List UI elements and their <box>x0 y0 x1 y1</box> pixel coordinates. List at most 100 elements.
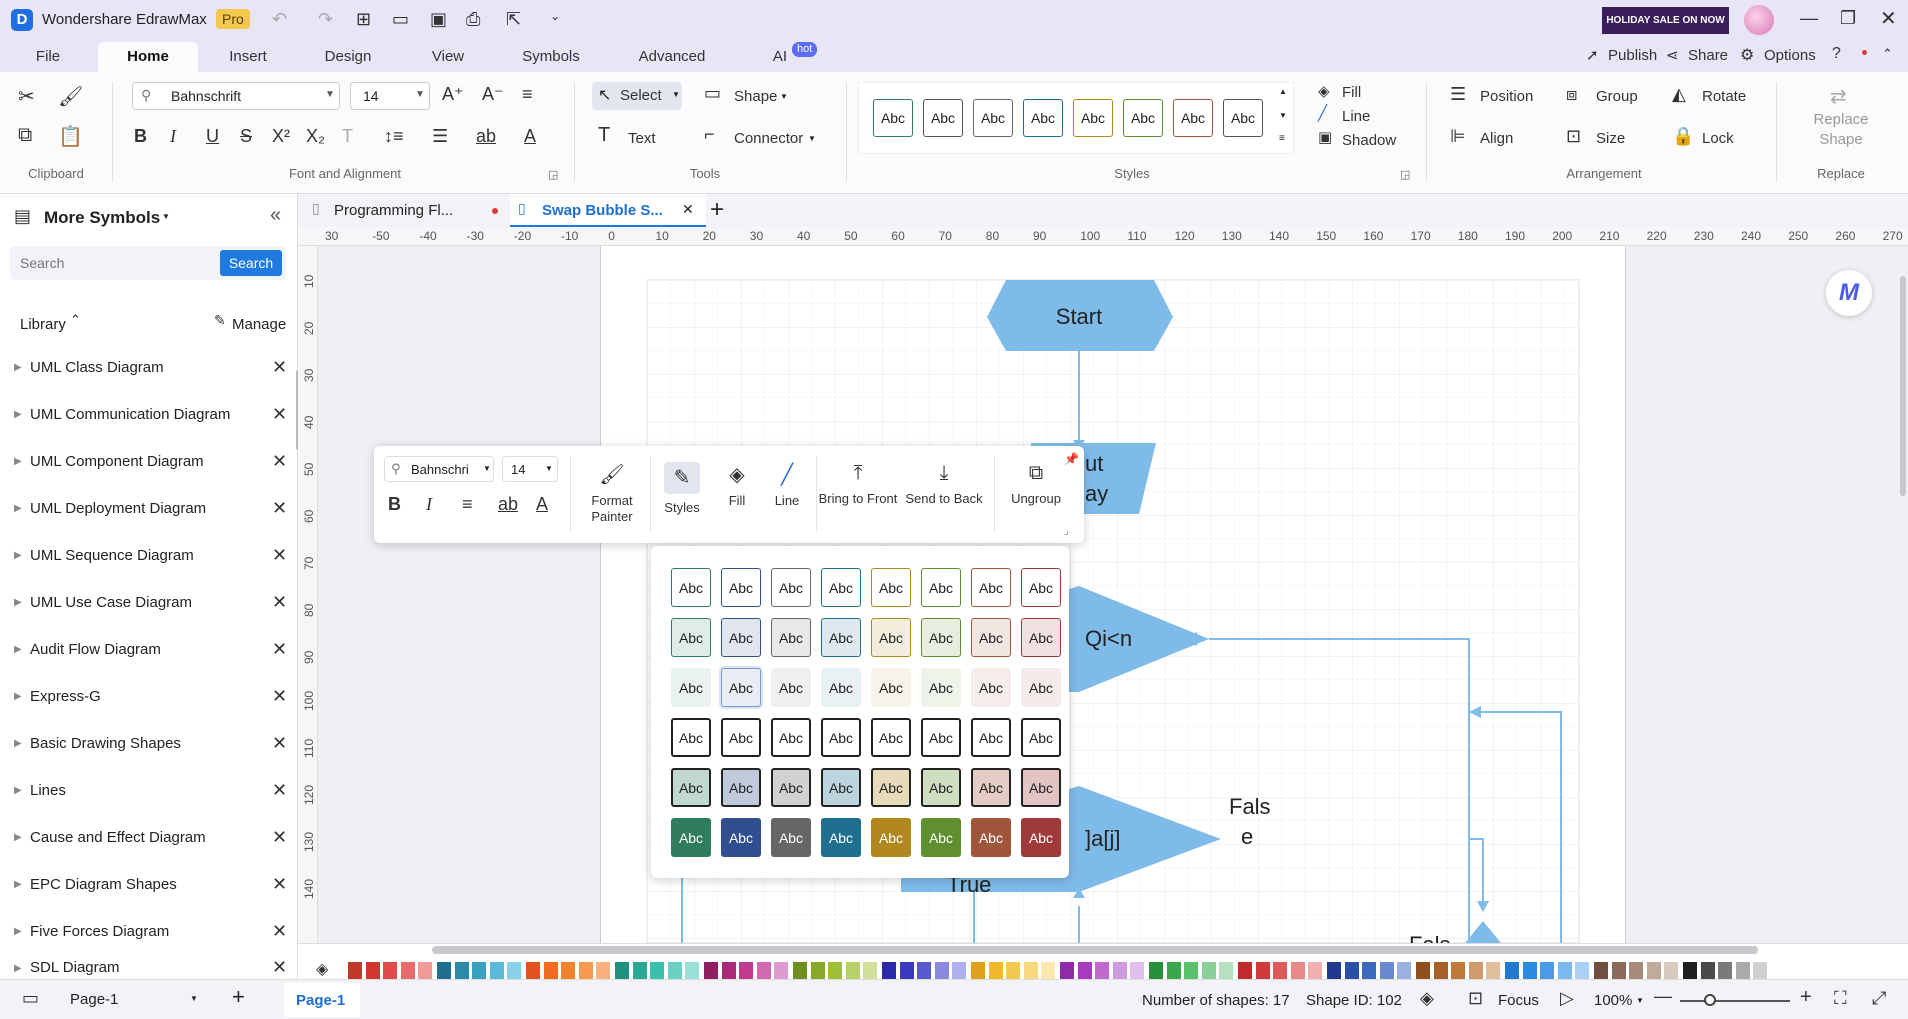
library-item[interactable]: ▶ UML Deployment Diagram ✕ <box>0 485 298 532</box>
copy-icon[interactable]: ⧉ <box>18 124 32 147</box>
lock-button[interactable]: Lock <box>1702 130 1734 147</box>
align-button[interactable]: Align <box>1480 130 1513 147</box>
font-color-icon[interactable]: A <box>524 126 536 147</box>
color-swatch[interactable] <box>988 962 1003 979</box>
doc-tab-programming[interactable]: ▯ Programming Fl... <box>310 194 510 227</box>
color-swatch[interactable] <box>1433 962 1448 979</box>
fill-bucket-icon[interactable]: ◈ <box>316 959 328 979</box>
font-family-select[interactable]: ⚲ Bahnschrift ▼ <box>132 82 340 110</box>
style-option[interactable]: Abc <box>871 818 911 857</box>
style-option[interactable]: Abc <box>771 818 811 857</box>
color-swatch[interactable] <box>1505 962 1519 979</box>
color-swatch[interactable] <box>1486 962 1501 979</box>
styles-button[interactable]: ✎ Styles <box>652 462 712 515</box>
paste-icon[interactable]: 📋 <box>58 124 83 149</box>
color-swatch[interactable] <box>1255 962 1270 979</box>
collapse-ribbon-icon[interactable]: ⌃ <box>1882 46 1893 62</box>
tab-file[interactable]: File <box>26 42 70 72</box>
fit-page-icon[interactable]: ⛶ <box>1834 988 1847 1009</box>
color-swatch[interactable] <box>882 962 896 979</box>
text-button[interactable]: Text <box>628 130 656 147</box>
style-option[interactable]: Abc <box>821 668 861 707</box>
color-swatch[interactable] <box>774 962 789 979</box>
style-option[interactable]: Abc <box>821 568 861 607</box>
color-swatch[interactable] <box>650 962 665 979</box>
zoom-slider-thumb[interactable] <box>1704 994 1716 1006</box>
close-icon[interactable]: ✕ <box>272 498 287 519</box>
color-swatch[interactable] <box>1327 962 1341 979</box>
ungroup-button[interactable]: ⧉ Ungroup <box>996 462 1076 506</box>
avatar[interactable] <box>1744 5 1774 35</box>
library-item[interactable]: ▶ SDL Diagram ✕ <box>0 955 298 979</box>
style-option[interactable]: Abc <box>771 768 811 807</box>
line-button[interactable]: ╱ Line <box>764 462 810 508</box>
close-icon[interactable]: ✕ <box>272 639 287 660</box>
bullet-list-icon[interactable]: ☰ <box>432 126 448 147</box>
color-swatch[interactable] <box>1718 962 1733 979</box>
library-item[interactable]: ▶ Audit Flow Diagram ✕ <box>0 626 298 673</box>
bold-icon[interactable]: B <box>388 494 401 515</box>
superscript-icon[interactable]: X² <box>272 126 290 147</box>
tab-design[interactable]: Design <box>318 42 378 72</box>
italic-icon[interactable]: I <box>426 494 432 515</box>
play-icon[interactable]: ▷ <box>1560 988 1574 1009</box>
color-swatch[interactable] <box>1594 962 1608 979</box>
style-option[interactable]: Abc <box>1021 718 1061 757</box>
color-swatch[interactable] <box>704 962 718 979</box>
library-item[interactable]: ▶ EPC Diagram Shapes ✕ <box>0 861 298 908</box>
color-swatch[interactable] <box>543 962 558 979</box>
line-button[interactable]: Line <box>1342 108 1370 125</box>
color-swatch[interactable] <box>1273 962 1288 979</box>
color-swatch[interactable] <box>934 962 949 979</box>
horizontal-scrollbar[interactable] <box>432 946 1758 954</box>
connector-button[interactable]: Connector <box>734 130 803 147</box>
color-swatch[interactable] <box>1308 962 1323 979</box>
color-swatch[interactable] <box>418 962 433 979</box>
color-swatch[interactable] <box>578 962 593 979</box>
color-swatch[interactable] <box>917 962 932 979</box>
fullscreen-icon[interactable]: ⤢ <box>1872 988 1886 1009</box>
library-item[interactable]: ▶ UML Sequence Diagram ✕ <box>0 532 298 579</box>
save-icon[interactable]: ▣ <box>430 9 447 30</box>
color-swatch[interactable] <box>1575 962 1590 979</box>
color-swatch[interactable] <box>1077 962 1092 979</box>
increase-font-icon[interactable]: A⁺ <box>442 84 464 105</box>
color-swatch[interactable] <box>1095 962 1110 979</box>
focus-icon[interactable]: ⊡ <box>1468 988 1483 1009</box>
style-swatch[interactable]: Abc <box>1223 99 1263 137</box>
style-option[interactable]: Abc <box>721 768 761 807</box>
color-swatch[interactable] <box>667 962 682 979</box>
close-icon[interactable]: ✕ <box>272 874 287 895</box>
color-swatch[interactable] <box>1397 962 1412 979</box>
color-swatch[interactable] <box>1184 962 1199 979</box>
style-swatch[interactable]: Abc <box>1123 99 1163 137</box>
undo-icon[interactable]: ↶ <box>272 9 287 30</box>
style-option[interactable]: Abc <box>971 818 1011 857</box>
color-swatch[interactable] <box>507 962 522 979</box>
publish-button[interactable]: Publish <box>1608 47 1657 64</box>
sidebar-title[interactable]: More Symbols <box>44 208 160 228</box>
format-painter-button[interactable]: 🖌 Format Painter <box>580 462 644 525</box>
layers-icon[interactable]: ◈ <box>1420 988 1434 1009</box>
color-swatch[interactable] <box>348 962 362 979</box>
cut-icon[interactable]: ✂ <box>18 84 35 109</box>
color-swatch[interactable] <box>1130 962 1145 979</box>
color-swatch[interactable] <box>828 962 843 979</box>
color-swatch[interactable] <box>526 962 540 979</box>
color-swatch[interactable] <box>793 962 807 979</box>
style-option[interactable]: Abc <box>821 618 861 657</box>
expand-font-icon[interactable]: ◲ <box>548 168 558 181</box>
vertical-scrollbar[interactable] <box>1900 276 1906 496</box>
close-icon[interactable]: ✕ <box>272 404 287 425</box>
library-item[interactable]: ▶ Five Forces Diagram ✕ <box>0 908 298 955</box>
print-icon[interactable]: ⎙ <box>466 9 480 30</box>
style-option[interactable]: Abc <box>1021 768 1061 807</box>
style-option[interactable]: Abc <box>671 768 711 807</box>
canvas[interactable]: Start ut ay Qi<n ]a[j] Fals e True Fals … <box>318 246 1908 943</box>
color-swatch[interactable] <box>739 962 754 979</box>
close-icon[interactable]: ✕ <box>272 827 287 848</box>
library-label[interactable]: Library <box>20 316 66 333</box>
expand-styles-dialog-icon[interactable]: ◲ <box>1400 168 1410 181</box>
color-swatch[interactable] <box>1557 962 1572 979</box>
subscript-icon[interactable]: X₂ <box>306 126 325 147</box>
